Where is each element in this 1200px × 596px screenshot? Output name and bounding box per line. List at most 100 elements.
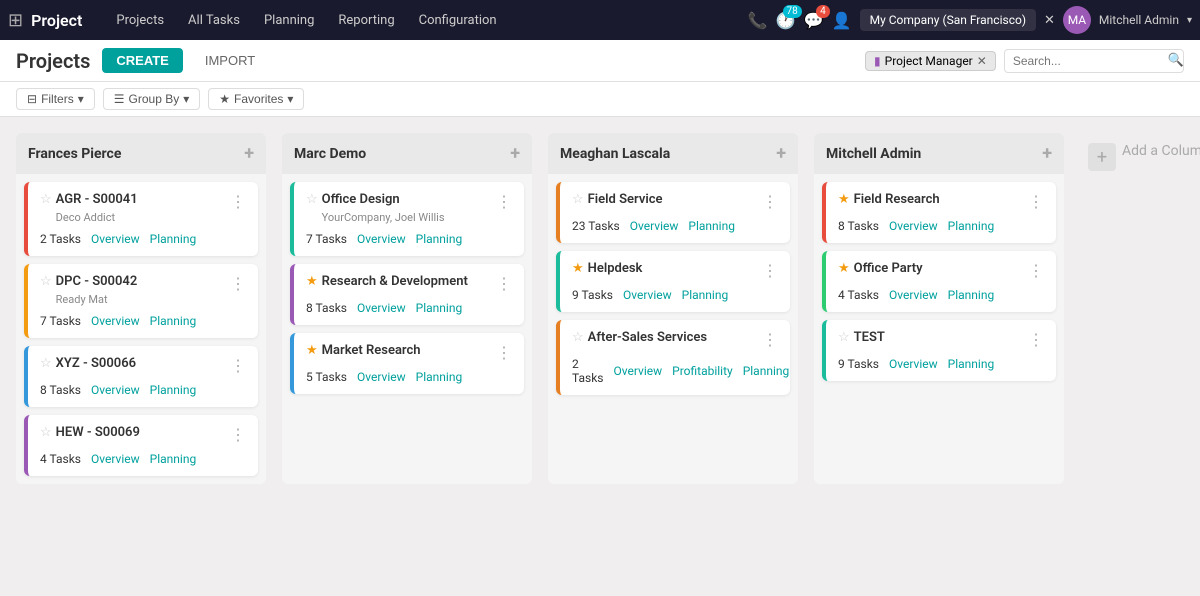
card-link-planning[interactable]: Planning — [150, 452, 197, 466]
card-link-planning[interactable]: Planning — [150, 232, 197, 246]
chat-badge: 4 — [816, 5, 830, 18]
clock-icon[interactable]: 🕐 78 — [776, 11, 796, 30]
card-link-overview[interactable]: Overview — [357, 370, 406, 384]
card-more-icon[interactable]: ⋮ — [496, 343, 512, 362]
col-add-icon[interactable]: + — [244, 143, 254, 164]
card-star[interactable]: ★ — [306, 274, 318, 289]
card-top: ★ Office Party ⋮ — [838, 261, 1044, 280]
card-title: Office Party — [854, 261, 1028, 278]
col-title: Meaghan Lascala — [560, 146, 670, 162]
col-add-icon[interactable]: + — [510, 143, 520, 164]
card-link-overview[interactable]: Overview — [91, 452, 140, 466]
card-title: After-Sales Services — [588, 330, 762, 347]
card-footer: 8 Tasks Overview Planning — [838, 219, 1044, 233]
card-more-icon[interactable]: ⋮ — [762, 192, 778, 211]
card-task-count: 2 Tasks — [572, 357, 603, 385]
nav-projects[interactable]: Projects — [106, 9, 174, 32]
grid-icon[interactable]: ⊞ — [8, 10, 23, 31]
card-task-count: 7 Tasks — [306, 232, 347, 246]
card-star[interactable]: ☆ — [572, 330, 584, 345]
card-star[interactable]: ★ — [838, 192, 850, 207]
card-link-overview[interactable]: Overview — [889, 357, 938, 371]
card-xyz: ☆ XYZ - S00066 ⋮ 8 TasksOverviewPlanning — [24, 346, 258, 407]
card-task-count: 8 Tasks — [838, 219, 879, 233]
card-more-icon[interactable]: ⋮ — [230, 274, 246, 293]
card-link-overview[interactable]: Overview — [91, 314, 140, 328]
card-star[interactable]: ★ — [572, 261, 584, 276]
chat-icon[interactable]: 💬 4 — [804, 11, 824, 30]
card-more-icon[interactable]: ⋮ — [762, 330, 778, 349]
card-link-planning[interactable]: Planning — [688, 219, 735, 233]
card-more-icon[interactable]: ⋮ — [230, 425, 246, 444]
user-icon[interactable]: 👤 — [832, 11, 852, 30]
col-add-icon[interactable]: + — [776, 143, 786, 164]
import-button[interactable]: IMPORT — [195, 48, 265, 73]
groupby-button[interactable]: ☰ Group By ▾ — [103, 88, 201, 110]
card-link-planning[interactable]: Planning — [416, 370, 463, 384]
card-star[interactable]: ☆ — [838, 330, 850, 345]
card-star[interactable]: ★ — [838, 261, 850, 276]
company-selector[interactable]: My Company (San Francisco) — [860, 9, 1036, 31]
card-task-count: 2 Tasks — [40, 232, 81, 246]
card-star[interactable]: ☆ — [40, 192, 52, 207]
card-star[interactable]: ☆ — [306, 192, 318, 207]
search-icon[interactable]: 🔍 — [1168, 53, 1184, 68]
card-top: ☆ TEST ⋮ — [838, 330, 1044, 349]
card-link-planning[interactable]: Planning — [150, 314, 197, 328]
nav-all-tasks[interactable]: All Tasks — [178, 9, 250, 32]
favorites-button[interactable]: ★ Favorites ▾ — [208, 88, 304, 110]
phone-icon[interactable]: 📞 — [748, 11, 768, 30]
create-button[interactable]: CREATE — [102, 48, 182, 73]
card-link-profitability[interactable]: Profitability — [672, 364, 733, 378]
card-more-icon[interactable]: ⋮ — [762, 261, 778, 280]
nav-planning[interactable]: Planning — [254, 9, 324, 32]
search-input[interactable] — [1004, 49, 1184, 73]
nav-configuration[interactable]: Configuration — [409, 9, 507, 32]
card-link-planning[interactable]: Planning — [948, 219, 995, 233]
card-market-research: ★ Market Research ⋮ 5 TasksOverviewPlann… — [290, 333, 524, 394]
card-star[interactable]: ☆ — [40, 356, 52, 371]
card-link-planning[interactable]: Planning — [682, 288, 729, 302]
card-more-icon[interactable]: ⋮ — [230, 192, 246, 211]
card-link-planning[interactable]: Planning — [948, 288, 995, 302]
add-column[interactable]: + Add a Column — [1080, 133, 1200, 484]
filters-button[interactable]: ⊟ Filters ▾ — [16, 88, 95, 110]
card-star[interactable]: ★ — [306, 343, 318, 358]
card-link-overview[interactable]: Overview — [613, 364, 662, 378]
card-more-icon[interactable]: ⋮ — [1028, 330, 1044, 349]
card-link-overview[interactable]: Overview — [357, 301, 406, 315]
card-star[interactable]: ☆ — [40, 425, 52, 440]
close-icon[interactable]: ✕ — [1044, 13, 1055, 28]
kanban-col-col-meaghan: Meaghan Lascala+ ☆ Field Service ⋮ 23 Ta… — [548, 133, 798, 484]
card-more-icon[interactable]: ⋮ — [496, 274, 512, 293]
card-link-overview[interactable]: Overview — [91, 232, 140, 246]
user-name[interactable]: Mitchell Admin — [1099, 13, 1179, 27]
card-link-planning[interactable]: Planning — [150, 383, 197, 397]
user-chevron[interactable]: ▾ — [1187, 15, 1192, 26]
card-footer: 8 Tasks Overview Planning — [306, 301, 512, 315]
card-task-count: 8 Tasks — [306, 301, 347, 315]
card-more-icon[interactable]: ⋮ — [1028, 261, 1044, 280]
card-info: Office Party — [854, 261, 1028, 278]
card-star[interactable]: ☆ — [40, 274, 52, 289]
card-link-planning[interactable]: Planning — [416, 301, 463, 315]
card-link-planning[interactable]: Planning — [416, 232, 463, 246]
page-header: Projects CREATE IMPORT ▮ Project Manager… — [0, 40, 1200, 82]
card-more-icon[interactable]: ⋮ — [496, 192, 512, 211]
card-link-overview[interactable]: Overview — [623, 288, 672, 302]
col-add-icon[interactable]: + — [1042, 143, 1052, 164]
card-link-overview[interactable]: Overview — [357, 232, 406, 246]
card-star[interactable]: ☆ — [572, 192, 584, 207]
card-link-overview[interactable]: Overview — [91, 383, 140, 397]
card-footer: 7 TasksOverviewPlanning — [40, 314, 246, 328]
card-link-planning[interactable]: Planning — [948, 357, 995, 371]
card-link-overview[interactable]: Overview — [889, 219, 938, 233]
card-more-icon[interactable]: ⋮ — [1028, 192, 1044, 211]
nav-reporting[interactable]: Reporting — [328, 9, 404, 32]
filter-tag-close[interactable]: ✕ — [977, 54, 987, 68]
card-link-planning[interactable]: Planning — [743, 364, 790, 378]
card-info: After-Sales Services — [588, 330, 762, 347]
card-more-icon[interactable]: ⋮ — [230, 356, 246, 375]
card-link-overview[interactable]: Overview — [630, 219, 679, 233]
card-link-overview[interactable]: Overview — [889, 288, 938, 302]
